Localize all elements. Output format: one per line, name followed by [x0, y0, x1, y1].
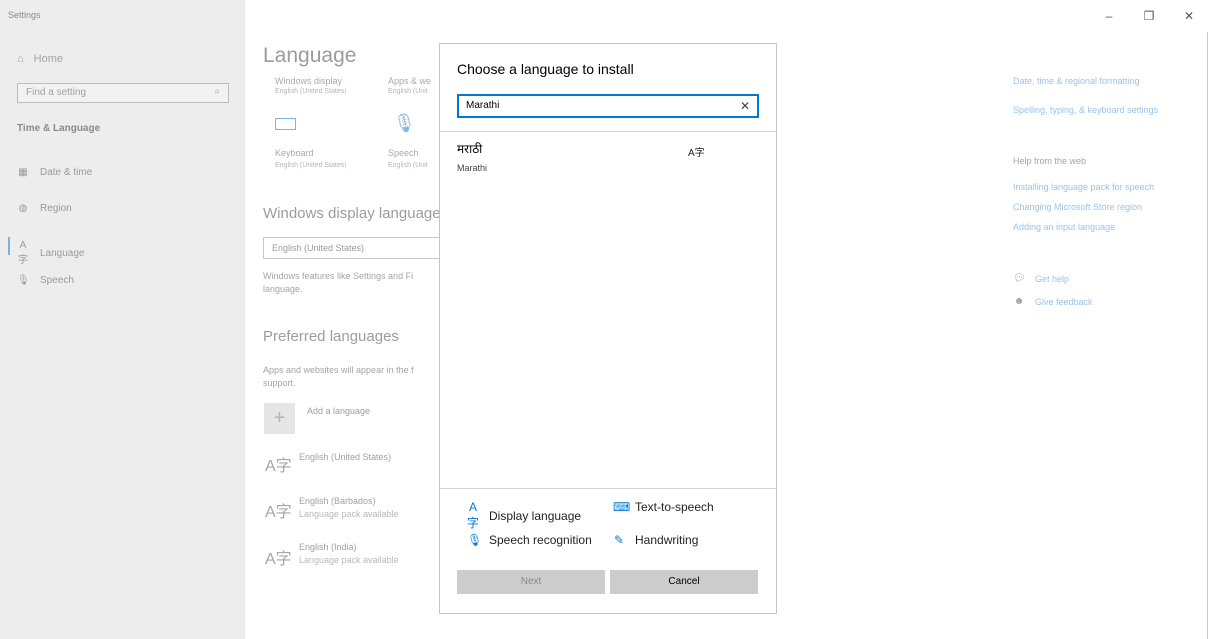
keyboard-icon[interactable]: [275, 118, 296, 130]
give-feedback-label: Give feedback: [1035, 296, 1093, 307]
link-input-language[interactable]: Adding an input language: [1013, 222, 1115, 232]
microphone-icon: 🎙︎: [467, 533, 483, 547]
give-feedback-link[interactable]: ☻ Give feedback: [1013, 296, 1093, 307]
display-language-icon: A字: [688, 148, 705, 159]
language-icon: A字: [265, 458, 292, 475]
display-note-2: language.: [263, 284, 303, 294]
tile-speech-sub: English (Unit: [388, 162, 428, 169]
link-language-pack-speech[interactable]: Installing language pack for speech: [1013, 182, 1154, 192]
cancel-button[interactable]: Cancel: [610, 570, 758, 594]
language-icon: A字: [265, 504, 292, 521]
dialog-title: Choose a language to install: [457, 61, 634, 77]
text-to-speech-icon: ⌨: [613, 500, 631, 514]
feature-label: Handwriting: [635, 533, 699, 547]
display-note-1: Windows features like Settings and Fi: [263, 271, 414, 281]
tile-keyboard-sub: English (United States): [275, 162, 347, 169]
search-placeholder: Find a setting: [26, 87, 87, 98]
preferred-languages-heading: Preferred languages: [263, 328, 399, 345]
restore-button[interactable]: ❐: [1129, 0, 1169, 32]
sidebar-item-speech[interactable]: 🎙︎ Speech: [17, 275, 74, 286]
display-language-select[interactable]: English (United States): [263, 237, 463, 259]
language-item-sub: Language pack available: [299, 509, 399, 519]
tile-display-sub: English (United States): [275, 88, 347, 95]
sidebar-item-label: Speech: [40, 275, 74, 286]
active-indicator: [8, 237, 10, 255]
sidebar-item-label: Date & time: [40, 167, 93, 178]
add-language-label[interactable]: Add a language: [307, 406, 370, 416]
language-result-item[interactable]: मराठी Marathi A字: [440, 136, 776, 178]
handwriting-icon: ✎: [613, 533, 625, 547]
tile-keyboard-label[interactable]: Keyboard: [275, 148, 314, 158]
window-controls: – ❐ ✕: [1089, 0, 1209, 32]
sidebar-item-label: Region: [40, 203, 72, 214]
preferred-note-1: Apps and websites will appear in the f: [263, 365, 414, 375]
feature-speech-recognition: 🎙︎ Speech recognition: [467, 533, 592, 547]
sidebar-item-language[interactable]: A字 Language: [17, 240, 85, 266]
result-english-name: Marathi: [457, 163, 488, 173]
close-button[interactable]: ✕: [1169, 0, 1209, 32]
help-heading: Help from the web: [1013, 156, 1087, 166]
divider: [440, 131, 776, 132]
globe-icon: ◍: [18, 203, 28, 214]
next-button[interactable]: Next: [457, 570, 605, 594]
sidebar-item-date-time[interactable]: ▦ Date & time: [17, 167, 92, 178]
display-language-heading: Windows display language: [263, 205, 441, 222]
divider: [440, 488, 776, 489]
add-language-button[interactable]: +: [264, 403, 295, 434]
feature-handwriting: ✎ Handwriting: [613, 533, 698, 547]
microphone-icon[interactable]: 🎙︎: [393, 113, 416, 134]
display-language-icon: A字: [467, 500, 480, 530]
language-item-sub: Language pack available: [299, 555, 399, 565]
search-icon: ⌕: [214, 86, 220, 97]
page-title: Language: [263, 44, 357, 67]
tile-apps-sub: English (Unit: [388, 88, 428, 95]
language-item-name[interactable]: English (India): [299, 542, 357, 552]
get-help-link[interactable]: 💬︎ Get help: [1013, 273, 1069, 284]
language-search-input[interactable]: Marathi ✕: [457, 94, 759, 118]
feature-text-to-speech: ⌨ Text-to-speech: [613, 500, 714, 514]
get-help-label: Get help: [1035, 273, 1070, 284]
window-border: [1207, 32, 1208, 639]
home-icon: ⌂: [17, 53, 24, 65]
sidebar: Settings ⌂ Home Find a setting ⌕ Time & …: [0, 0, 245, 639]
language-icon: A字: [265, 551, 292, 568]
tile-apps-label: Apps & we: [388, 76, 432, 86]
app-title: Settings: [8, 10, 41, 20]
link-spelling-typing[interactable]: Spelling, typing, & keyboard settings: [1013, 105, 1158, 115]
language-item-name[interactable]: English (Barbados): [299, 496, 376, 506]
result-native-name: मराठी: [457, 142, 483, 156]
feature-display-language: A字 Display language: [467, 500, 581, 531]
language-icon: A字: [18, 240, 28, 266]
find-setting-input[interactable]: Find a setting ⌕: [17, 83, 229, 103]
section-label: Time & Language: [17, 123, 101, 134]
choose-language-dialog: Choose a language to install Marathi ✕ म…: [439, 43, 777, 614]
preferred-note-2: support.: [263, 378, 296, 388]
feature-label: Text-to-speech: [635, 500, 714, 514]
feature-label: Speech recognition: [489, 533, 592, 547]
chat-help-icon: 💬︎: [1013, 273, 1026, 284]
home-label: Home: [33, 53, 63, 65]
language-item-name[interactable]: English (United States): [299, 452, 391, 462]
search-value: Marathi: [466, 100, 500, 111]
clear-icon[interactable]: ✕: [740, 99, 750, 113]
link-regional-formatting[interactable]: Date, time & regional formatting: [1013, 76, 1140, 86]
plus-icon: +: [273, 407, 286, 429]
feedback-icon: ☻: [1013, 296, 1025, 307]
microphone-icon: 🎙︎: [17, 275, 30, 286]
nav-home[interactable]: ⌂ Home: [17, 53, 63, 65]
tile-display-label: Windows display: [275, 76, 343, 86]
calendar-clock-icon: ▦: [18, 167, 28, 178]
sidebar-item-label: Language: [40, 247, 85, 259]
minimize-button[interactable]: –: [1089, 0, 1129, 32]
sidebar-item-region[interactable]: ◍ Region: [17, 203, 72, 214]
tile-speech-label[interactable]: Speech: [388, 148, 419, 158]
link-store-region[interactable]: Changing Microsoft Store region: [1013, 202, 1142, 212]
feature-label: Display language: [489, 508, 582, 523]
